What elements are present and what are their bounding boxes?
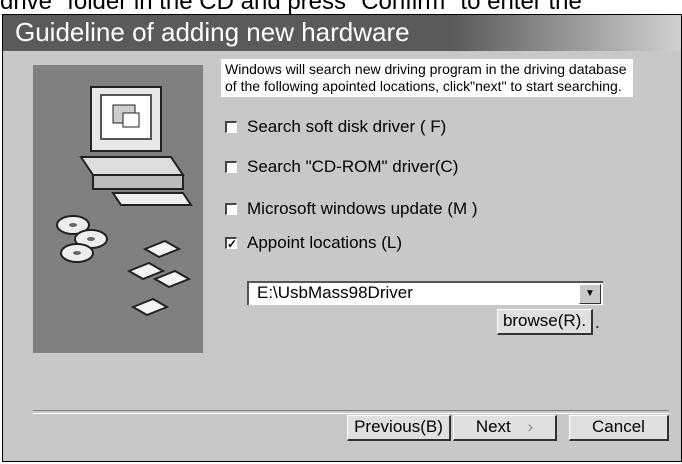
- location-value: E:\UsbMass98Driver: [257, 283, 413, 302]
- checkbox-windows-update[interactable]: [225, 203, 237, 215]
- option-floppy-label: Search soft disk driver ( F): [247, 117, 447, 136]
- computer-and-discs-icon: [56, 86, 193, 317]
- checkbox-floppy[interactable]: [225, 121, 237, 133]
- option-windows-update[interactable]: Microsoft windows update (M ): [225, 199, 478, 219]
- title-bar: Guideline of adding new hardware: [3, 15, 681, 51]
- previous-button[interactable]: Previous(B): [347, 415, 451, 441]
- title-bar-gradient: [451, 15, 681, 51]
- browse-trailing-dot: .: [595, 313, 600, 332]
- chevron-down-icon[interactable]: ▼: [579, 284, 601, 304]
- checkbox-appoint-locations[interactable]: ✓: [225, 237, 237, 250]
- chevron-right-icon: ›: [527, 417, 534, 436]
- option-appoint-locations-label: Appoint locations (L): [247, 233, 402, 252]
- location-combobox[interactable]: E:\UsbMass98Driver ▼: [247, 281, 603, 305]
- next-button[interactable]: Next ›: [453, 415, 557, 441]
- option-windows-update-label: Microsoft windows update (M ): [247, 199, 478, 218]
- search-description: Windows will search new driving program …: [221, 59, 633, 97]
- option-floppy[interactable]: Search soft disk driver ( F): [225, 117, 446, 137]
- option-cdrom[interactable]: Search "CD-ROM" driver(C): [225, 157, 458, 177]
- browse-button[interactable]: browse(R).: [497, 309, 593, 335]
- option-appoint-locations[interactable]: ✓ Appoint locations (L): [225, 233, 402, 253]
- footer-divider: [33, 410, 669, 414]
- hardware-illustration: [33, 65, 203, 353]
- checkbox-cdrom[interactable]: [225, 161, 237, 173]
- add-hardware-dialog: Guideline of adding new hardware Windows…: [2, 14, 682, 462]
- option-cdrom-label: Search "CD-ROM" driver(C): [247, 157, 459, 176]
- window-title: Guideline of adding new hardware: [15, 17, 410, 47]
- cancel-button[interactable]: Cancel: [569, 415, 669, 441]
- next-label: Next: [475, 417, 511, 436]
